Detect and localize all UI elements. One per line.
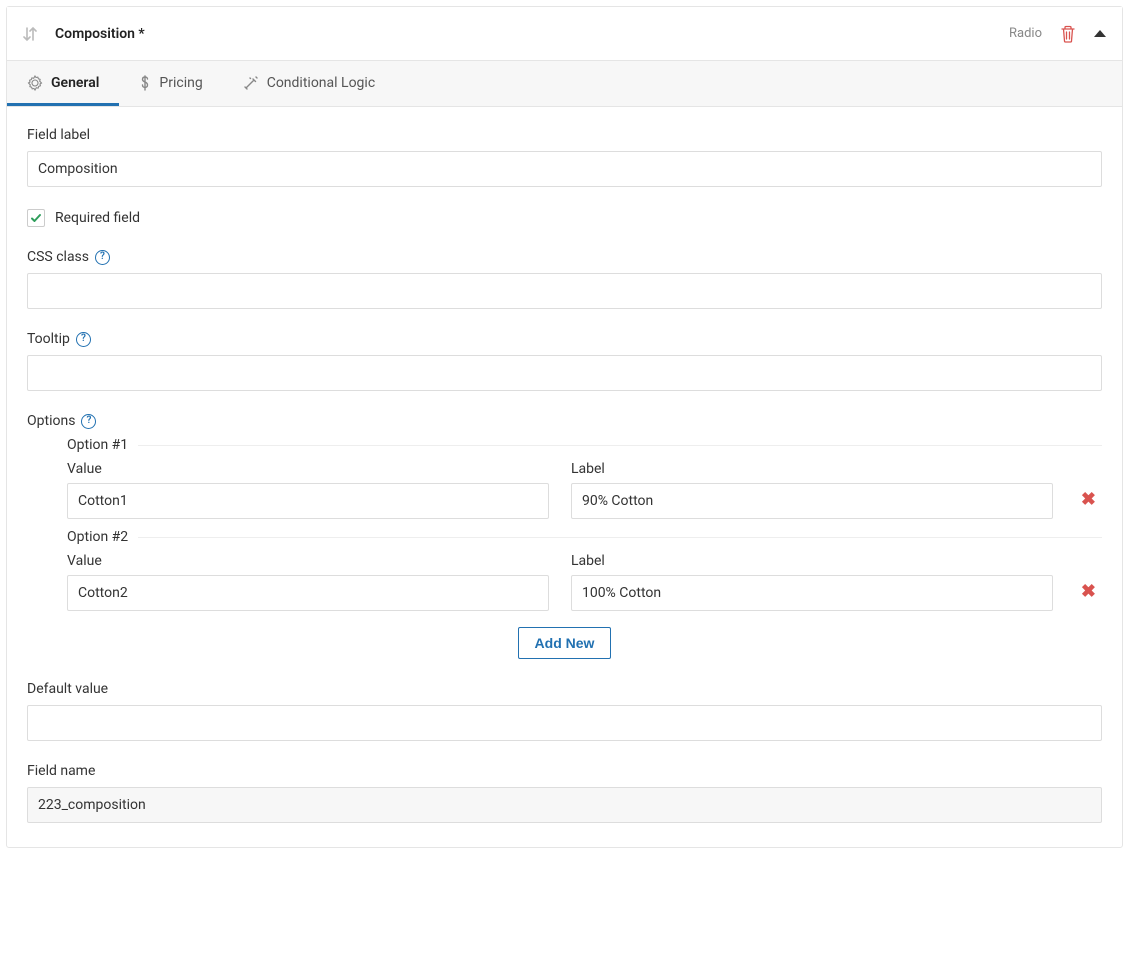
required-field-label: Required field <box>55 210 140 226</box>
option-value-input[interactable] <box>67 575 549 611</box>
required-checkbox[interactable] <box>27 209 45 227</box>
field-name-input[interactable] <box>27 787 1102 823</box>
option-label-input[interactable] <box>571 483 1053 519</box>
options-group: Options ? Option #1 Value Label ✖ <box>27 413 1102 659</box>
panel-header: Composition * Radio <box>7 7 1122 61</box>
chevron-up-icon <box>1094 30 1106 37</box>
field-editor-panel: Composition * Radio General Pricing <box>6 6 1123 848</box>
add-new-option-button[interactable]: Add New <box>518 627 612 659</box>
option-legend: Option #2 <box>67 529 138 545</box>
trash-icon[interactable] <box>1060 25 1076 43</box>
option-value-caption: Value <box>67 461 549 477</box>
collapse-icon[interactable] <box>1094 30 1106 37</box>
tab-conditional-label: Conditional Logic <box>267 75 375 91</box>
drag-handle-icon[interactable] <box>23 26 37 42</box>
help-icon[interactable]: ? <box>81 414 96 429</box>
tab-conditional-logic[interactable]: Conditional Logic <box>223 61 395 106</box>
remove-option-icon[interactable]: ✖ <box>1075 491 1102 519</box>
option-legend: Option #1 <box>67 437 138 453</box>
tab-pricing-label: Pricing <box>159 75 202 91</box>
field-name-group: Field name <box>27 763 1102 823</box>
help-icon[interactable]: ? <box>95 250 110 265</box>
tooltip-input[interactable] <box>27 355 1102 391</box>
field-type-label: Radio <box>1009 26 1042 41</box>
tabs-bar: General Pricing Conditional Logic <box>7 61 1122 107</box>
option-fieldset: Option #1 Value Label ✖ <box>67 437 1102 529</box>
magic-wand-icon <box>243 75 259 91</box>
option-label-caption: Label <box>571 461 1053 477</box>
option-label-caption: Label <box>571 553 1053 569</box>
default-value-input[interactable] <box>27 705 1102 741</box>
field-label-group: Field label <box>27 127 1102 187</box>
option-value-caption: Value <box>67 553 549 569</box>
tooltip-caption: Tooltip <box>27 331 70 347</box>
tab-general-label: General <box>51 75 99 91</box>
field-label-input[interactable] <box>27 151 1102 187</box>
field-name-caption: Field name <box>27 763 1102 779</box>
tooltip-group: Tooltip ? <box>27 331 1102 391</box>
options-caption: Options <box>27 413 75 429</box>
css-class-caption: CSS class <box>27 249 89 265</box>
tab-general[interactable]: General <box>7 61 119 106</box>
gear-icon <box>27 75 43 91</box>
css-class-group: CSS class ? <box>27 249 1102 309</box>
dollar-icon <box>139 75 151 91</box>
option-label-input[interactable] <box>571 575 1053 611</box>
field-label-caption: Field label <box>27 127 1102 143</box>
default-value-group: Default value <box>27 681 1102 741</box>
panel-body: Field label Required field CSS class ? T… <box>7 107 1122 847</box>
panel-title: Composition * <box>55 26 1009 42</box>
required-field-group: Required field <box>27 209 1102 227</box>
check-icon <box>30 212 42 224</box>
remove-option-icon[interactable]: ✖ <box>1075 583 1102 611</box>
option-fieldset: Option #2 Value Label ✖ <box>67 529 1102 621</box>
css-class-input[interactable] <box>27 273 1102 309</box>
option-value-input[interactable] <box>67 483 549 519</box>
help-icon[interactable]: ? <box>76 332 91 347</box>
tab-pricing[interactable]: Pricing <box>119 61 222 106</box>
default-value-caption: Default value <box>27 681 1102 697</box>
